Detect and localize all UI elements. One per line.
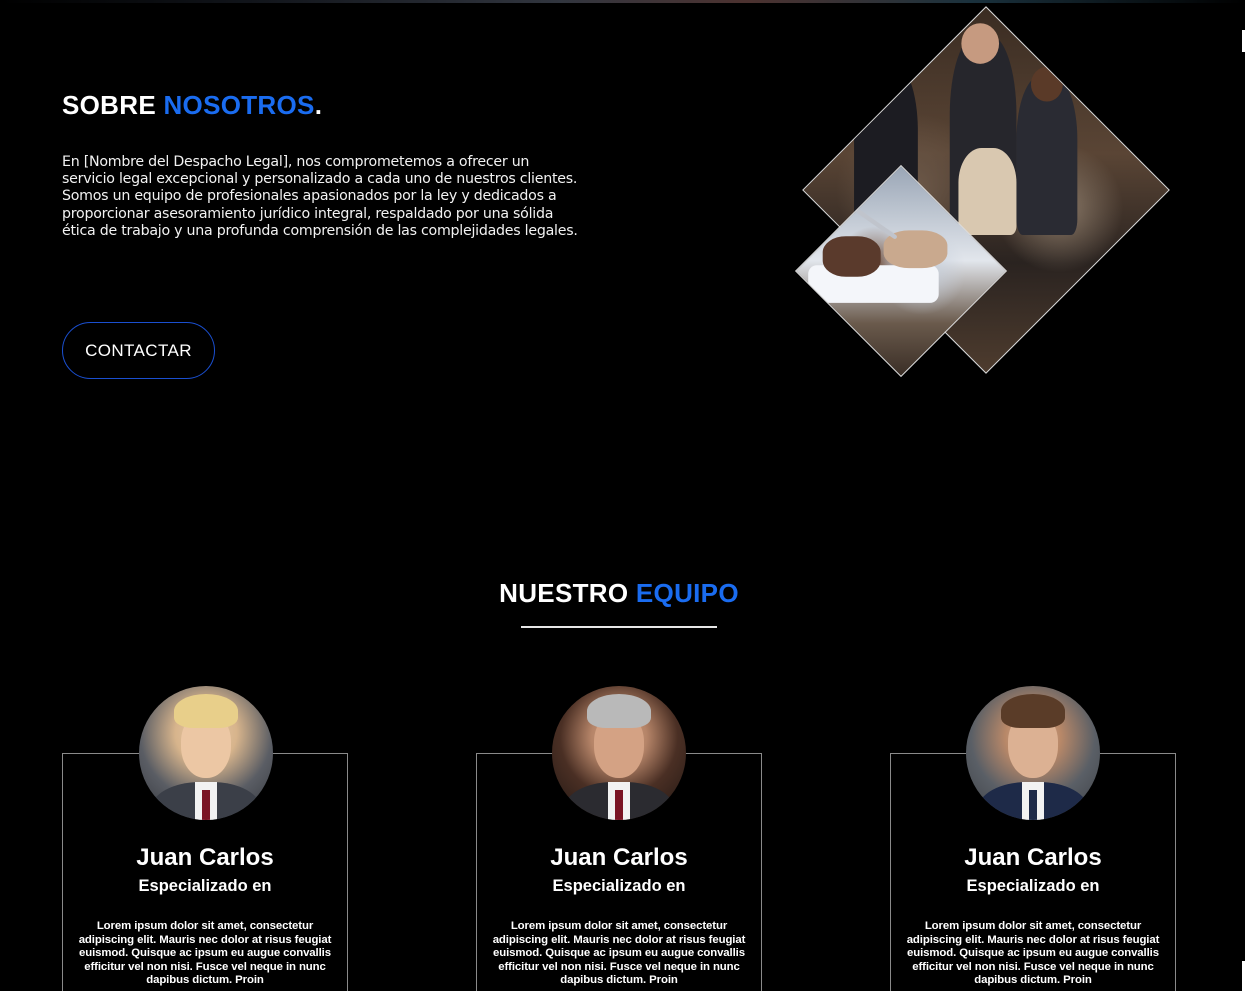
- contact-button[interactable]: CONTACTAR: [62, 322, 215, 379]
- avatar-tie: [202, 790, 210, 820]
- photo-face: [865, 52, 901, 90]
- about-title-dot: .: [314, 90, 323, 120]
- member-name: Juan Carlos: [136, 844, 274, 871]
- member-bio: Lorem ipsum dolor sit amet, consectetur …: [492, 920, 746, 986]
- avatar-tie: [615, 790, 623, 820]
- team-title-accent: EQUIPO: [635, 578, 739, 608]
- avatar-hair: [1001, 694, 1065, 728]
- about-title-accent: NOSOTROS: [163, 90, 315, 120]
- team-title-divider: [521, 626, 717, 628]
- hand-shape: [822, 236, 881, 277]
- about-description: En [Nombre del Despacho Legal], nos comp…: [62, 154, 578, 239]
- team-title: NUESTRO EQUIPO: [0, 578, 1238, 609]
- avatar-tie: [1029, 790, 1037, 820]
- pen-shape: [854, 207, 898, 240]
- page: SOBRE NOSOTROS. En [Nombre del Despacho …: [0, 0, 1245, 991]
- member-bio: Lorem ipsum dolor sit amet, consectetur …: [906, 920, 1160, 986]
- photo-face: [961, 23, 1000, 64]
- avatar-hair: [174, 694, 238, 728]
- top-glow-line: [0, 0, 1245, 3]
- member-avatar: [139, 686, 273, 820]
- member-role: Especializado en: [138, 877, 272, 895]
- member-avatar: [966, 686, 1100, 820]
- member-avatar: [552, 686, 686, 820]
- photo-figure: [958, 147, 1017, 235]
- avatar-hair: [587, 694, 651, 728]
- team-title-main: NUESTRO: [499, 578, 636, 608]
- member-role: Especializado en: [552, 877, 686, 895]
- member-name: Juan Carlos: [964, 844, 1102, 871]
- about-title: SOBRE NOSOTROS.: [62, 90, 322, 121]
- member-bio: Lorem ipsum dolor sit amet, consectetur …: [78, 920, 332, 986]
- about-title-main: SOBRE: [62, 90, 164, 120]
- member-role: Especializado en: [966, 877, 1100, 895]
- photo-face: [1030, 66, 1063, 102]
- member-name: Juan Carlos: [550, 844, 688, 871]
